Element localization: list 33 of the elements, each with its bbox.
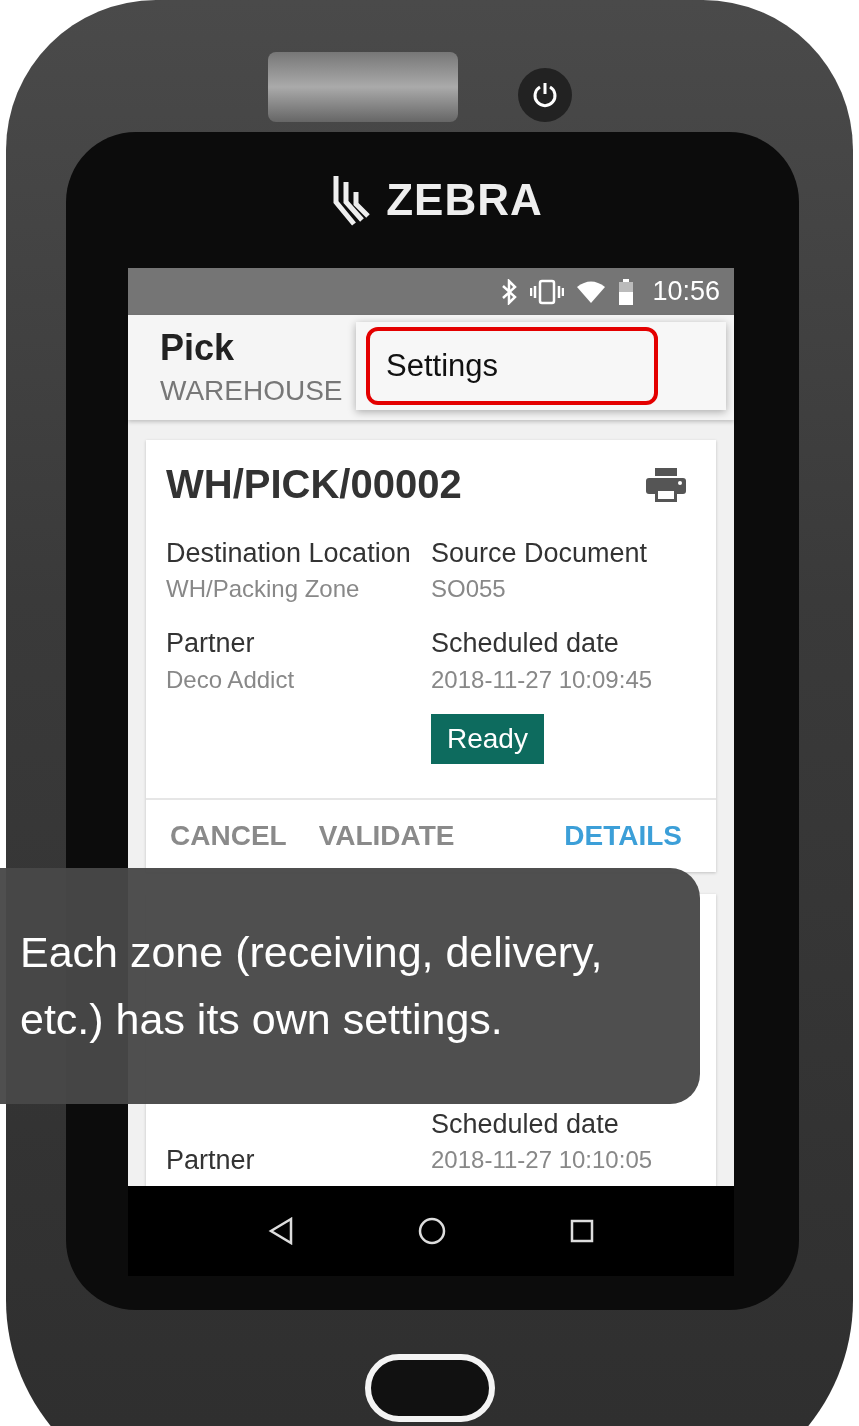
field-value: Deco Addict [166,665,296,694]
home-icon[interactable] [418,1217,446,1245]
field-label: Source Document [431,537,649,570]
field-label: Destination Location [166,537,411,570]
field-label: Partner [166,627,256,660]
field-label: Scheduled date [431,1107,620,1141]
battery-icon [618,277,635,306]
recents-icon[interactable] [570,1219,594,1243]
power-button[interactable] [517,68,572,122]
wifi-icon [576,279,607,304]
field-value: SO055 [431,575,507,604]
field-value: 2018-11-27 10:10:05 [431,1146,653,1175]
brand-logo-text: ZEBRA [386,175,543,225]
tooltip-text: Each zone (receiving, delivery, etc.) has its own settings. [20,927,604,1045]
printer-icon [646,467,686,502]
card-title: WH/PICK/00002 [166,462,462,507]
menu-item[interactable]: Settings [366,327,658,405]
bluetooth-icon [500,278,519,305]
card-action-button[interactable]: CANCEL [158,815,299,856]
field-value: WH/Packing Zone [166,575,361,604]
card-action-button[interactable]: DETAILS [552,815,694,856]
card-action-button[interactable]: VALIDATE [306,815,467,856]
status-time: 10:56 [652,276,720,307]
field-value: 2018-11-27 10:09:45 [431,665,653,694]
field-label: Scheduled date [431,627,620,660]
app-title: Pick [160,327,235,369]
back-icon[interactable] [268,1217,294,1245]
print-button[interactable] [646,467,686,502]
app-subtitle: WAREHOUSE [160,375,343,407]
power-icon [531,81,558,109]
field-label: Partner [166,1143,256,1177]
vibrate-icon [530,278,565,305]
status-badge: Ready [431,713,544,764]
